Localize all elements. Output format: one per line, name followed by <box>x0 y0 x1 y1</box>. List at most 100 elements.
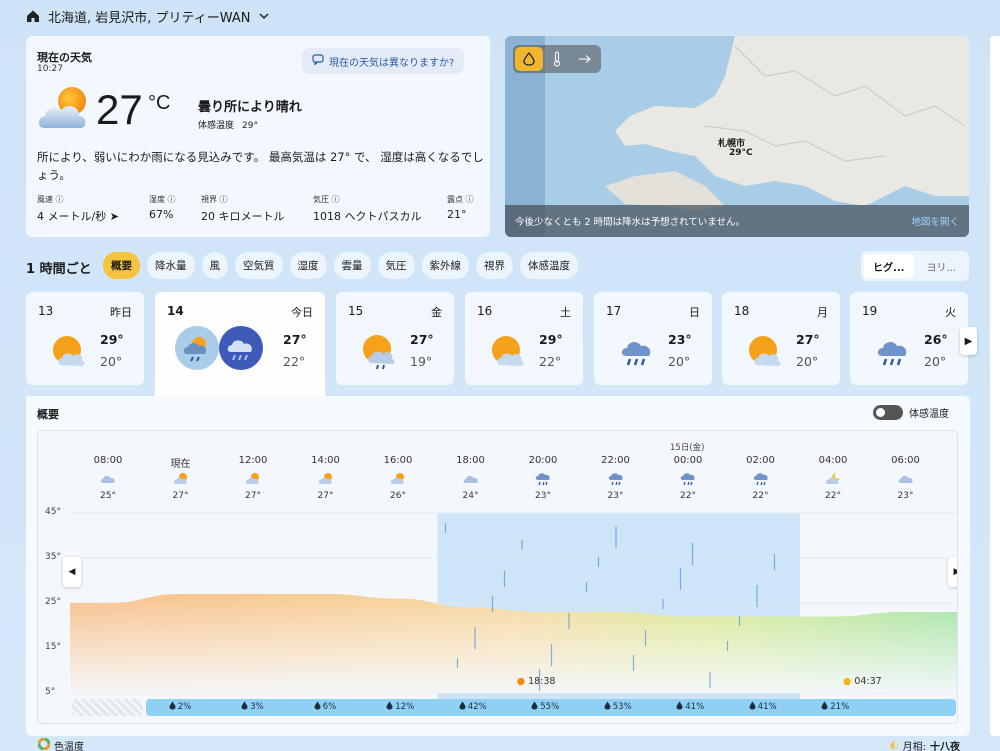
raindrop-icon <box>459 701 466 713</box>
day-card[interactable]: 15 金 27° 19° <box>336 292 454 385</box>
precipitation-probability: 2% <box>169 701 191 713</box>
cloudy-icon <box>898 472 914 486</box>
info-icon[interactable]: ⓘ <box>168 195 176 204</box>
current-temperature: 27 <box>96 86 143 133</box>
day-high: 29° <box>100 332 124 347</box>
moon-phase-value: 十八夜 <box>930 742 960 751</box>
cloudy-icon <box>100 472 116 486</box>
tab-overview[interactable]: 概要 <box>103 252 140 279</box>
info-icon[interactable]: ⓘ <box>220 195 228 204</box>
raindrop-icon <box>676 701 683 713</box>
location-name[interactable]: 北海道, 岩見沢市, プリティーWAN <box>48 7 251 26</box>
chevron-down-icon[interactable] <box>258 12 269 20</box>
day-card[interactable]: 16 土 29° 22° <box>465 292 583 385</box>
info-icon[interactable]: ⓘ <box>56 195 64 204</box>
home-icon[interactable] <box>26 9 40 23</box>
precipitation-probability: 41% <box>749 701 777 713</box>
raindrop-icon <box>531 701 538 713</box>
forecast-description: 所により、弱いにわか雨になる見込みです。 最高気温は 27° で、 湿度は高くな… <box>37 150 484 182</box>
detail-value: 1018 ヘクトパスカル <box>313 210 422 223</box>
precipitation-value: 6% <box>322 702 337 712</box>
partly-cloudy-icon <box>489 332 527 370</box>
partly-cloudy-icon <box>746 332 784 370</box>
day-low: 22° <box>283 354 306 369</box>
tab-precipitation[interactable]: 降水量 <box>147 252 195 279</box>
tab-air-quality[interactable]: 空気質 <box>235 252 283 279</box>
open-map-link[interactable]: 地図を開く <box>911 214 959 228</box>
map-city-temp: 29°C <box>729 148 753 158</box>
info-icon[interactable]: ⓘ <box>332 195 340 204</box>
day-card[interactable]: 19 火 26° 20° <box>850 292 968 385</box>
feedback-label: 現在の天気は異なりますか? <box>329 57 455 69</box>
scroll-left-button[interactable]: ◀ <box>63 557 81 587</box>
precipitation-value: 3% <box>250 702 264 712</box>
map-layer-toggle[interactable] <box>513 45 601 73</box>
raindrop-icon <box>169 701 176 713</box>
precipitation-probability: 6% <box>314 701 337 713</box>
day-weekday: 金 <box>431 306 442 319</box>
sunset-time: 18:38 <box>528 676 556 687</box>
precipitation-icon[interactable] <box>515 47 543 71</box>
tab-pressure[interactable]: 気圧 <box>377 252 415 279</box>
day-number: 13 <box>38 304 54 318</box>
y-axis-tick: 35° <box>45 552 61 562</box>
weather-map[interactable]: 札幌市 29°C 今後少なくとも 2 時間は降水は予想されていません。 地図を開… <box>505 36 969 237</box>
partly-cloudy-icon <box>36 84 94 134</box>
sunrise-icon: ● <box>843 676 852 687</box>
toggle-switch[interactable] <box>873 405 903 420</box>
hour-time: 00:00 <box>673 455 703 466</box>
day-card-selected[interactable]: 14 今日 27° 22° <box>155 292 325 396</box>
day-card[interactable]: 13 昨日 29° 20° <box>26 292 144 385</box>
day-number: 14 <box>167 304 184 318</box>
day-number: 18 <box>734 304 750 318</box>
hour-time: 22:00 <box>601 455 630 466</box>
y-axis-tick: 5° <box>45 687 56 697</box>
view-option-list[interactable]: ヨリ... <box>917 254 967 278</box>
next-days-button[interactable]: ▶ <box>960 327 977 355</box>
day-weekday: 月 <box>817 306 828 319</box>
day-card[interactable]: 17 日 23° 20° <box>594 292 712 385</box>
scroll-right-button[interactable]: ▶ <box>948 557 957 587</box>
feels-like-toggle[interactable]: 体感温度 <box>873 405 949 420</box>
color-wheel-icon <box>37 737 51 751</box>
tab-cloud-cover[interactable]: 雲量 <box>333 252 371 279</box>
sunset-label: ● 18:38 <box>517 676 556 687</box>
hour-time: 06:00 <box>891 455 920 466</box>
hour-temp: 22° <box>825 491 841 501</box>
feels-like-label: 体感温度 <box>198 121 235 131</box>
tab-wind[interactable]: 風 <box>201 252 228 279</box>
info-icon[interactable]: ⓘ <box>466 195 474 204</box>
tab-uv[interactable]: 紫外線 <box>421 252 469 279</box>
hour-temp: 27° <box>172 491 189 501</box>
precipitation-value: 12% <box>395 702 415 712</box>
sunrise-time: 04:37 <box>854 676 882 687</box>
rain-showers-icon <box>219 326 263 370</box>
color-legend[interactable]: 色温度 <box>37 737 84 751</box>
precipitation-probability: 3% <box>241 701 264 713</box>
wind-icon[interactable] <box>571 47 599 71</box>
view-option-graph[interactable]: ヒグ... <box>864 254 914 278</box>
thermometer-icon[interactable] <box>543 47 571 71</box>
y-axis-tick: 15° <box>45 642 61 652</box>
location-bar[interactable]: 北海道, 岩見沢市, プリティーWAN <box>26 6 269 26</box>
current-details: 風速 ⓘ 4 メートル/秒 ➤ 湿度 ⓘ 67% 視界 ⓘ 20 キロメートル … <box>37 194 487 224</box>
day-card[interactable]: 18 月 27° 20° <box>722 292 840 385</box>
day-high: 29° <box>539 332 563 347</box>
hour-time: 02:00 <box>746 455 775 466</box>
tab-feels-like[interactable]: 体感温度 <box>520 252 578 279</box>
hour-temp: 24° <box>462 491 479 501</box>
view-toggle[interactable]: ヒグ... ヨリ... <box>861 251 969 281</box>
temperature-unit: °C <box>148 92 171 114</box>
precipitation-probability: 12% <box>386 701 414 713</box>
hourly-tabs: 概要 降水量 風 空気質 湿度 雲量 気圧 紫外線 視界 体感温度 <box>103 252 578 279</box>
overview-chart[interactable]: 15日(金) 08:00 25° 現在 27° 12:00 27° 14:00 27° 16:0… <box>37 430 958 724</box>
tab-visibility[interactable]: 視界 <box>476 252 513 279</box>
feedback-button[interactable]: 現在の天気は異なりますか? <box>302 48 465 74</box>
sunset-icon: ● <box>516 676 526 687</box>
tab-humidity[interactable]: 湿度 <box>289 252 327 279</box>
detail-visibility: 視界 ⓘ 20 キロメートル <box>201 194 313 224</box>
day-low: 20° <box>668 354 691 369</box>
day-weekday: 土 <box>560 306 571 319</box>
detail-value: 20 キロメートル <box>201 210 285 223</box>
partly-cloudy-night-icon <box>825 472 841 486</box>
